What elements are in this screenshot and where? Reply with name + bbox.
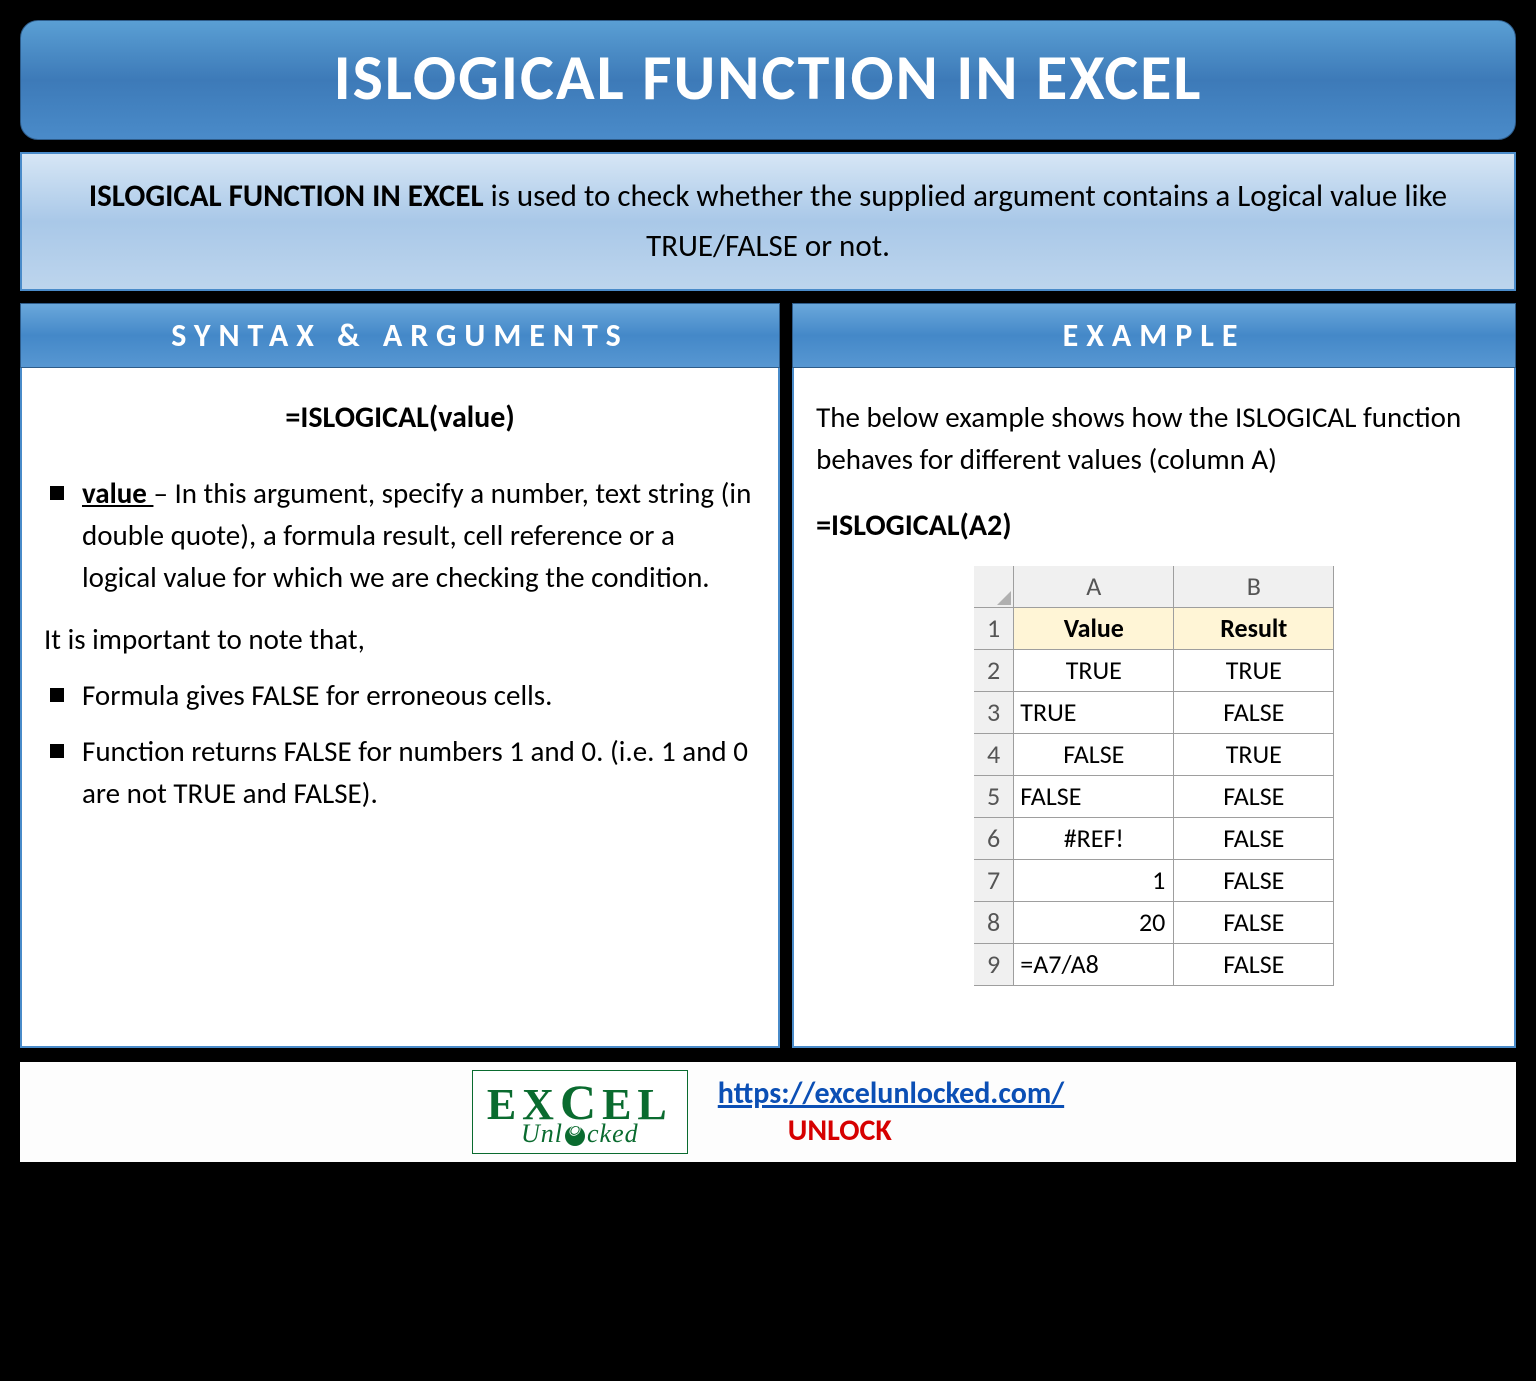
syntax-header: SYNTAX & ARGUMENTS <box>20 303 780 368</box>
table-row: 1 Value Result <box>974 608 1334 650</box>
unlock-text: UNLOCK <box>788 1112 1064 1149</box>
cell: TRUE <box>1014 692 1174 734</box>
example-header: EXAMPLE <box>792 303 1516 368</box>
example-column: EXAMPLE The below example shows how the … <box>792 303 1516 1048</box>
table-row: 2 TRUE TRUE <box>974 650 1334 692</box>
excel-table: A B 1 Value Result 2 TRUE TRUE <box>974 566 1335 987</box>
infographic-container: ISLOGICAL FUNCTION IN EXCEL ISLOGICAL FU… <box>20 20 1516 1162</box>
excel-table-wrap: A B 1 Value Result 2 TRUE TRUE <box>816 566 1492 987</box>
table-corner <box>974 566 1014 608</box>
row-num: 5 <box>974 776 1014 818</box>
arg-name: value <box>82 475 153 511</box>
table-row: 9 =A7/A8 FALSE <box>974 944 1334 986</box>
row-num: 6 <box>974 818 1014 860</box>
note2: Function returns FALSE for numbers 1 and… <box>82 730 756 814</box>
cell: TRUE <box>1014 650 1174 692</box>
logo: EXCEL Unlcked <box>472 1070 688 1154</box>
cell: FALSE <box>1174 776 1334 818</box>
row-num: 3 <box>974 692 1014 734</box>
title-bar: ISLOGICAL FUNCTION IN EXCEL <box>20 20 1516 140</box>
row-num: 8 <box>974 902 1014 944</box>
cell: Value <box>1014 608 1174 650</box>
table-row: 4 FALSE TRUE <box>974 734 1334 776</box>
row-num: 7 <box>974 860 1014 902</box>
intro-bar: ISLOGICAL FUNCTION IN EXCEL is used to c… <box>20 152 1516 291</box>
example-formula: =ISLOGICAL(A2) <box>816 504 1492 548</box>
square-bullet-icon <box>50 688 64 702</box>
arg-text: value – In this argument, specify a numb… <box>82 472 756 598</box>
square-bullet-icon <box>50 486 64 500</box>
cell: #REF! <box>1014 818 1174 860</box>
cell: FALSE <box>1174 860 1334 902</box>
intro-text: is used to check whether the supplied ar… <box>484 177 1448 265</box>
note-bullet-2: Function returns FALSE for numbers 1 and… <box>44 730 756 814</box>
row-num: 2 <box>974 650 1014 692</box>
cell: TRUE <box>1174 734 1334 776</box>
example-intro: The below example shows how the ISLOGICA… <box>816 396 1492 480</box>
table-row: 5 FALSE FALSE <box>974 776 1334 818</box>
table-row: 6 #REF! FALSE <box>974 818 1334 860</box>
cell: Result <box>1174 608 1334 650</box>
logo-top: EXCEL <box>487 1077 673 1127</box>
syntax-formula: =ISLOGICAL(value) <box>44 396 756 440</box>
cell: =A7/A8 <box>1014 944 1174 986</box>
row-num: 4 <box>974 734 1014 776</box>
col-a-head: A <box>1014 566 1174 608</box>
cell: 20 <box>1014 902 1174 944</box>
site-link[interactable]: https://excelunlocked.com/ <box>718 1075 1064 1112</box>
note1: Formula gives FALSE for erroneous cells. <box>82 674 552 716</box>
cell: FALSE <box>1174 692 1334 734</box>
cell: FALSE <box>1014 734 1174 776</box>
note-lead: It is important to note that, <box>44 618 756 660</box>
square-bullet-icon <box>50 744 64 758</box>
footer: EXCEL Unlcked https://excelunlocked.com/… <box>20 1062 1516 1162</box>
example-body: The below example shows how the ISLOGICA… <box>792 368 1516 1048</box>
table-row: 3 TRUE FALSE <box>974 692 1334 734</box>
columns: SYNTAX & ARGUMENTS =ISLOGICAL(value) val… <box>20 303 1516 1048</box>
cell: 1 <box>1014 860 1174 902</box>
cell: TRUE <box>1174 650 1334 692</box>
page-title: ISLOGICAL FUNCTION IN EXCEL <box>21 39 1515 117</box>
syntax-body: =ISLOGICAL(value) value – In this argume… <box>20 368 780 1048</box>
cell: FALSE <box>1174 902 1334 944</box>
cell: FALSE <box>1014 776 1174 818</box>
keyhole-icon <box>565 1126 585 1146</box>
row-num: 1 <box>974 608 1014 650</box>
table-row: 8 20 FALSE <box>974 902 1334 944</box>
col-header-row: A B <box>974 566 1334 608</box>
arg-bullet: value – In this argument, specify a numb… <box>44 472 756 598</box>
row-num: 9 <box>974 944 1014 986</box>
intro-bold: ISLOGICAL FUNCTION IN EXCEL <box>89 177 484 215</box>
col-b-head: B <box>1174 566 1334 608</box>
table-row: 7 1 FALSE <box>974 860 1334 902</box>
note-bullet-1: Formula gives FALSE for erroneous cells. <box>44 674 756 716</box>
syntax-column: SYNTAX & ARGUMENTS =ISLOGICAL(value) val… <box>20 303 780 1048</box>
footer-links: https://excelunlocked.com/ UNLOCK <box>718 1075 1064 1149</box>
cell: FALSE <box>1174 944 1334 986</box>
arg-desc: – In this argument, specify a number, te… <box>82 475 751 595</box>
cell: FALSE <box>1174 818 1334 860</box>
